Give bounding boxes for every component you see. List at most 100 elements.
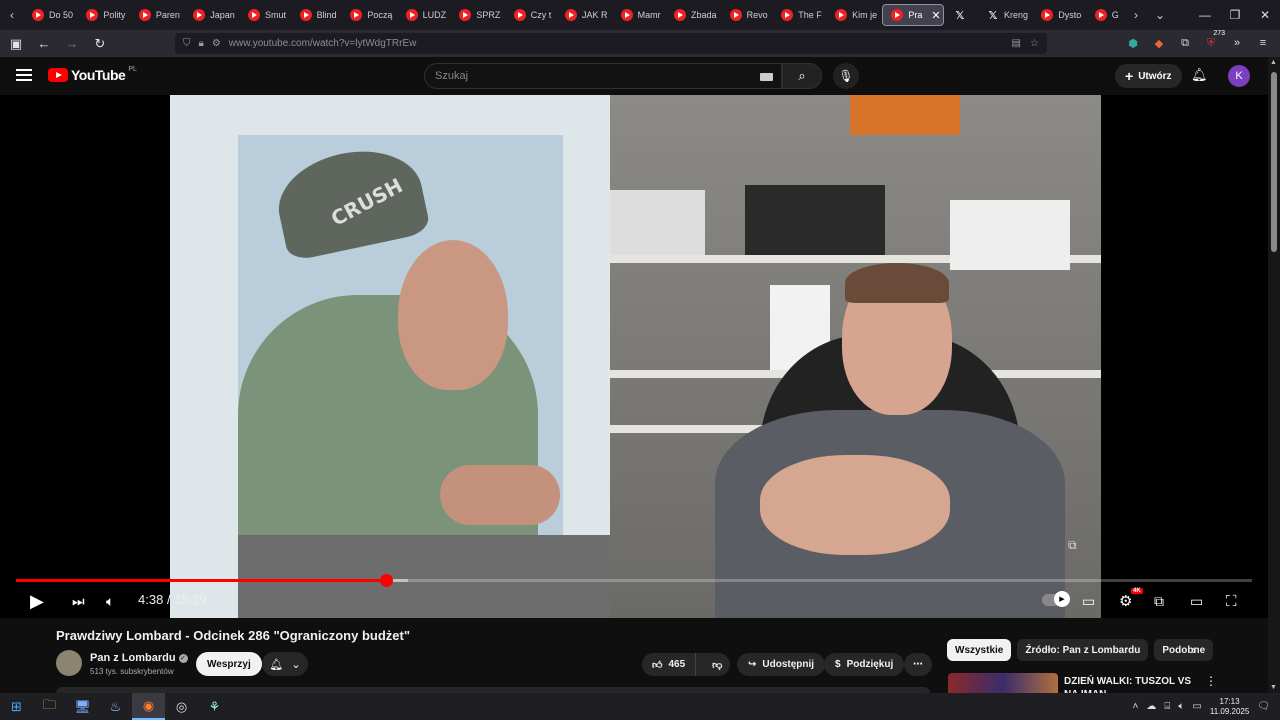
browser-tab[interactable]: Kim je [827, 4, 880, 26]
minimize-icon[interactable]: — [1190, 0, 1220, 30]
steam-icon[interactable]: ♨ [99, 693, 132, 720]
restore-icon[interactable]: ❐ [1220, 0, 1250, 30]
browser-tab[interactable]: SPRZ [451, 4, 503, 26]
channel-avatar[interactable] [56, 650, 82, 676]
vpn-extension-icon[interactable]: ⬢ [1122, 32, 1144, 54]
tab-active[interactable]: Pra ✕ [882, 4, 944, 26]
progress-bar[interactable] [16, 574, 1252, 587]
obs-icon[interactable]: ◎ [165, 693, 198, 720]
notifications-bell-icon[interactable]: 🔔︎ [1191, 67, 1208, 83]
browser-tab[interactable]: Paren [131, 4, 183, 26]
extensions-icon[interactable]: ⧉ [1174, 32, 1196, 54]
channel-name-text[interactable]: Pan z Lombardu [90, 652, 176, 664]
remote-desktop-icon[interactable]: 🖥︎ [66, 693, 99, 720]
fox-extension-icon[interactable]: ◆ [1148, 32, 1170, 54]
tab-list-chevron-icon[interactable]: ⌄ [1148, 4, 1172, 26]
filter-chip[interactable]: Źródło: Pan z Lombardu [1017, 639, 1149, 661]
filter-chip[interactable]: Podobne [1154, 639, 1214, 661]
dislike-button[interactable]: 👎︎ [702, 659, 732, 671]
scroll-down-icon[interactable]: ▼ [1270, 684, 1277, 691]
back-icon[interactable]: ← [32, 33, 56, 55]
filter-chip[interactable]: Wszystkie [947, 639, 1012, 661]
file-explorer-icon[interactable]: 🗀︎ [33, 693, 66, 720]
clock[interactable]: 17:13 11.09.2025 [1210, 697, 1249, 717]
browser-tab[interactable]: Czy t [506, 4, 555, 26]
subtitles-icon[interactable]: ▭ [1082, 590, 1095, 612]
more-actions-button[interactable]: ⋯ [904, 653, 932, 676]
like-button[interactable]: 👍︎ 465 [642, 653, 697, 676]
browser-tab[interactable]: 𝕏 [946, 4, 977, 26]
theater-mode-icon[interactable]: ▭ [1190, 590, 1203, 612]
browser-tab[interactable]: Japan [185, 4, 238, 26]
start-windows-icon[interactable]: ⊞ [0, 693, 33, 720]
create-button[interactable]: + Utwórz [1115, 64, 1182, 88]
notifications-icon[interactable]: 🗨︎ [1257, 701, 1270, 712]
youtube-icon [729, 9, 742, 21]
close-window-icon[interactable]: ✕ [1250, 0, 1280, 30]
subscription-bell-button[interactable]: 🔔︎ ⌄ [262, 652, 308, 676]
channel-name[interactable]: Pan z Lombardu ✓ [90, 652, 188, 664]
youtube-logo[interactable]: YouTube PL [48, 66, 137, 83]
bookmark-star-icon[interactable]: ☆ [1030, 38, 1039, 49]
firefox-icon[interactable]: ◉ [132, 693, 165, 720]
ublock-extension-icon[interactable]: ⛨ 273 [1200, 30, 1225, 54]
browser-tab[interactable]: Mamr [613, 4, 664, 26]
share-button[interactable]: ↪ Udostępnij [737, 653, 826, 676]
scroll-up-icon[interactable]: ▲ [1270, 59, 1277, 66]
hamburger-menu-icon[interactable] [16, 69, 32, 81]
tray-chevron-up-icon[interactable]: ˄ [1133, 701, 1139, 712]
browser-tab[interactable]: Począ [342, 4, 395, 26]
chips-next-icon[interactable]: › [1192, 643, 1196, 657]
voice-search-button[interactable]: 🎙︎ [833, 63, 859, 89]
onedrive-cloud-icon[interactable]: ☁ [1146, 701, 1156, 712]
recommendation-thumbnail[interactable] [948, 673, 1058, 695]
address-bar[interactable]: ⛉ 🔒︎ ⚙ www.youtube.com/watch?v=lytWdgTRr… [175, 33, 1047, 54]
forward-icon[interactable]: → [60, 33, 84, 55]
page-scrollbar[interactable]: ▲ ▼ [1268, 57, 1280, 693]
menu-icon[interactable]: ≡ [1252, 32, 1274, 54]
settings-gear-icon[interactable]: ⚙ [1119, 590, 1132, 612]
browser-tab[interactable]: Polity [78, 4, 129, 26]
video-player[interactable]: CRUSH ⧉ [0, 95, 1268, 618]
video-frame[interactable]: CRUSH [170, 95, 1101, 618]
browser-tab[interactable]: Dysto [1033, 4, 1084, 26]
thanks-button[interactable]: $ Podziękuj [824, 653, 905, 676]
tab-scroll-left-icon[interactable]: ‹ [0, 4, 24, 26]
account-avatar[interactable]: K [1228, 65, 1250, 87]
play-icon[interactable]: ▶ [30, 590, 44, 612]
browser-tab[interactable]: Blind [292, 4, 341, 26]
tab-label: JAK R [581, 10, 608, 20]
browser-tab[interactable]: Revo [722, 4, 772, 26]
keyboard-icon[interactable] [760, 73, 773, 81]
reader-view-icon[interactable]: ▤ [1012, 38, 1021, 49]
overflow-chevron-icon[interactable]: » [1226, 32, 1248, 54]
tab-close-icon[interactable]: ✕ [931, 9, 940, 22]
app-icon[interactable]: ⚘ [198, 693, 231, 720]
search-button[interactable]: ⌕ [782, 63, 822, 89]
browser-tab[interactable]: Smut [240, 4, 290, 26]
browser-tab[interactable]: G [1087, 4, 1124, 26]
support-button[interactable]: Wesprzyj [196, 652, 262, 676]
browser-tab[interactable]: JAK R [557, 4, 611, 26]
autoplay-toggle[interactable] [1042, 591, 1070, 607]
browser-tab[interactable]: The F [773, 4, 825, 26]
network-icon[interactable]: ⌸ [1164, 701, 1170, 712]
tab-label: Kreng [1003, 10, 1028, 20]
reload-icon[interactable]: ↻ [88, 33, 112, 55]
browser-tab[interactable]: LUDZ [398, 4, 450, 26]
tab-scroll-right-icon[interactable]: › [1124, 4, 1148, 26]
volume-icon[interactable]: 🔈︎ [106, 590, 114, 612]
sidebar-toggle-icon[interactable]: ▣ [4, 33, 28, 55]
youtube-icon [138, 9, 151, 21]
recommendation-more-icon[interactable]: ⋮ [1205, 674, 1217, 688]
browser-tab[interactable]: Zbada [666, 4, 720, 26]
browser-tab[interactable]: Do 50 [24, 4, 76, 26]
miniplayer-icon[interactable]: ⧉ [1154, 590, 1164, 612]
fullscreen-icon[interactable]: ⛶ [1226, 590, 1237, 612]
volume-tray-icon[interactable]: 🔈︎ [1178, 701, 1184, 712]
search-input[interactable]: Szukaj [424, 63, 782, 89]
scroll-thumb[interactable] [1271, 72, 1277, 252]
next-icon[interactable]: ⏭︎ [72, 590, 85, 612]
browser-tab[interactable]: 𝕏 Kreng [979, 4, 1031, 26]
display-icon[interactable]: ▭ [1192, 701, 1201, 712]
